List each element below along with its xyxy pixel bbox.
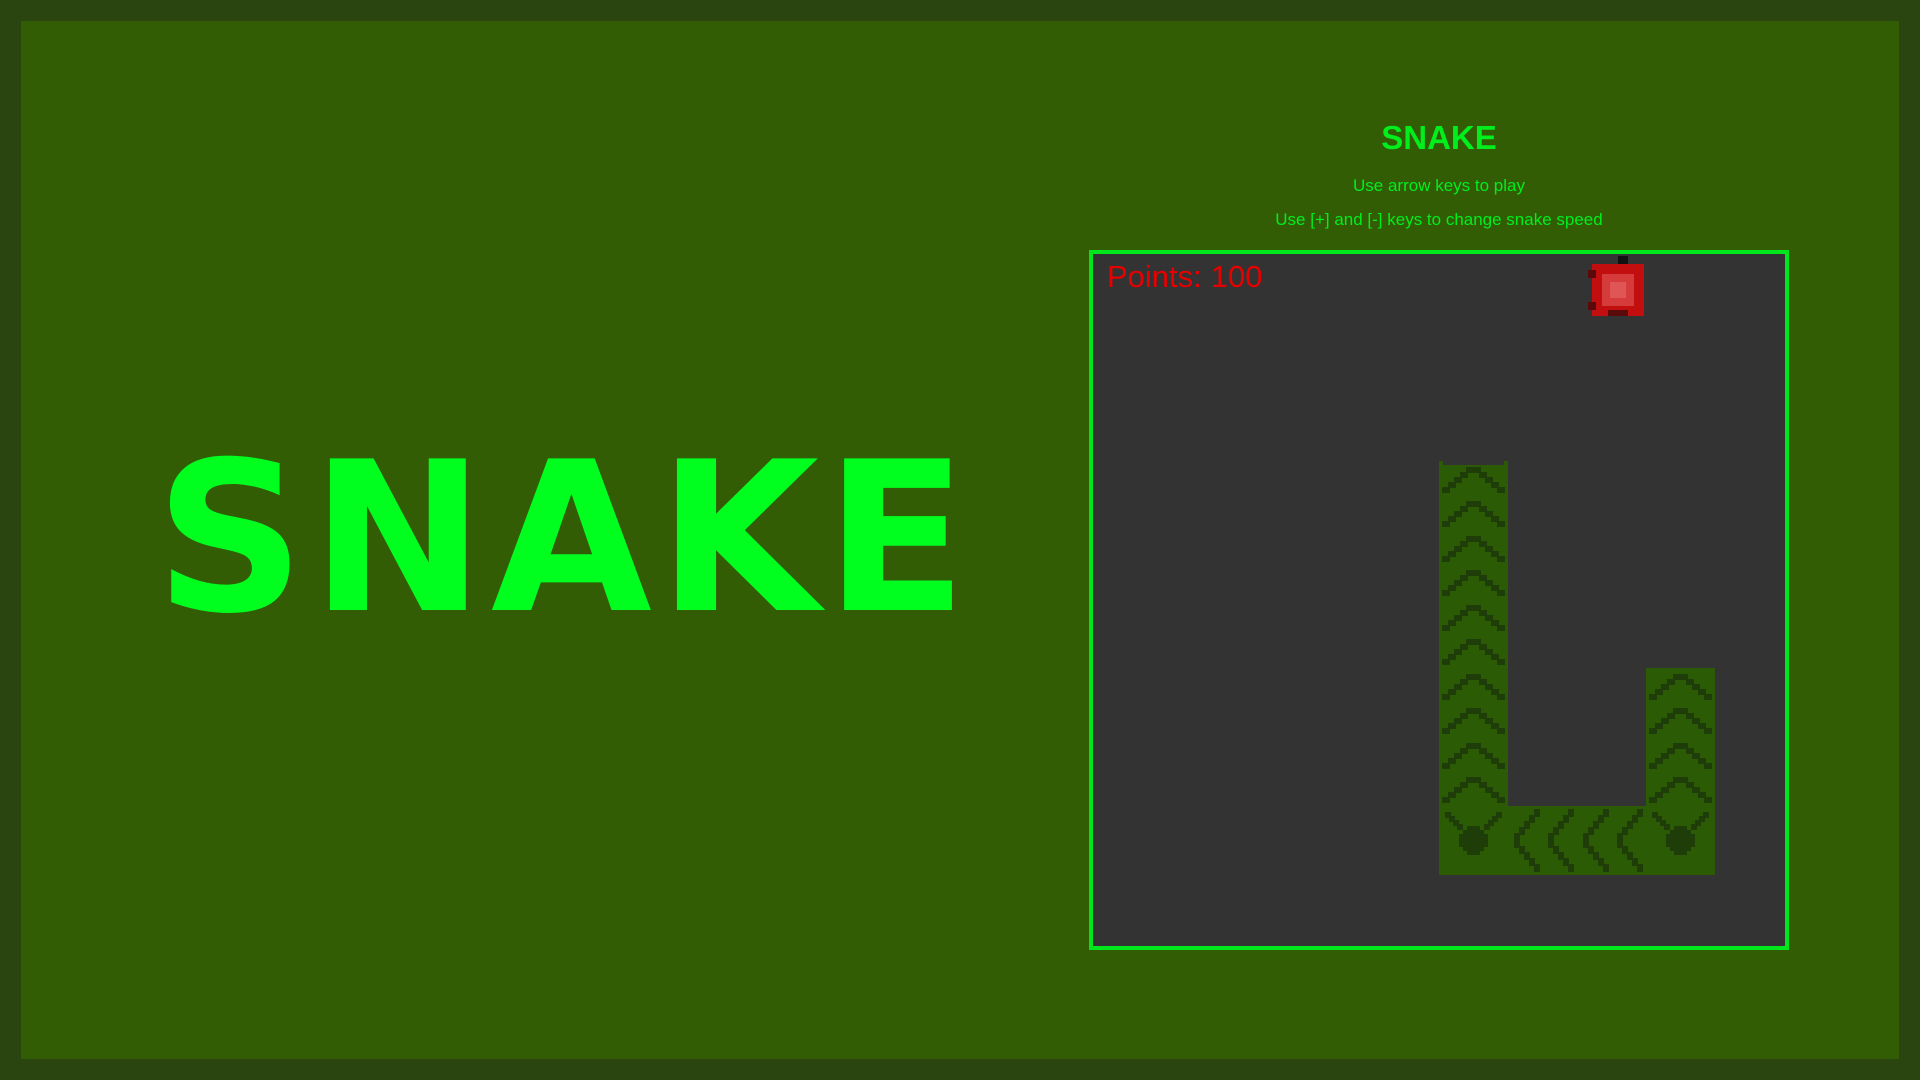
points-display: Points: 100 (1107, 259, 1272, 295)
apple-icon (1588, 256, 1644, 316)
snake-segment-body-horizontal (1508, 806, 1577, 875)
game-board[interactable]: Points: 100 (1089, 250, 1789, 950)
snake-segment-body-vertical (1439, 668, 1508, 737)
snake-segment-body-vertical (1646, 737, 1715, 806)
instruction-speed: Use [+] and [-] keys to change snake spe… (1275, 210, 1603, 229)
page-title: SNAKE (1381, 119, 1497, 156)
snake-segment-body-horizontal (1577, 806, 1646, 875)
snake-segment-tail (1439, 461, 1508, 530)
snake-segment-corner (1439, 806, 1508, 875)
snake-segment-corner (1646, 806, 1715, 875)
snake-segment-body-vertical (1439, 530, 1508, 599)
snake-segment-head (1646, 668, 1715, 737)
instruction-move: Use arrow keys to play (1353, 176, 1525, 195)
points-value: 100 (1210, 259, 1263, 294)
snake-segment-body-vertical (1439, 599, 1508, 668)
snake-segment-body-vertical (1439, 737, 1508, 806)
board-canvas (1439, 256, 1715, 875)
points-label: Points: (1107, 259, 1202, 294)
banner-title: SNAKE (155, 418, 974, 660)
